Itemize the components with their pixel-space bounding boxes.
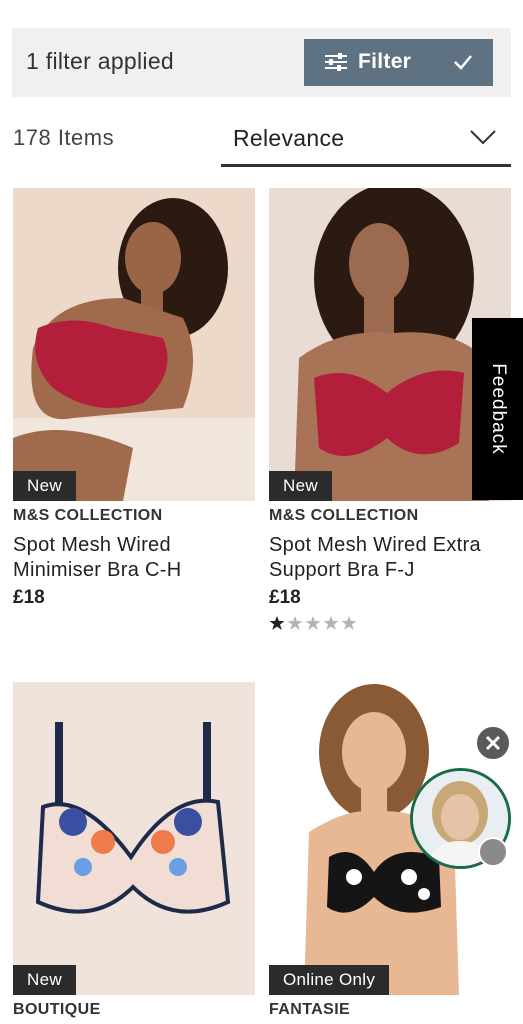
chat-status-dot [478, 837, 508, 867]
check-icon [454, 55, 472, 70]
product-brand: M&S COLLECTION [13, 507, 163, 524]
sort-dropdown[interactable]: Relevance [221, 114, 511, 167]
product-title-line: Minimiser Bra C-H [13, 559, 182, 581]
feedback-label: Feedback [487, 363, 509, 455]
star-icon [341, 616, 357, 630]
product-title-line: Spot Mesh Wired [13, 534, 171, 556]
product-title-line: Spot Mesh Wired Extra [269, 534, 481, 556]
product-image[interactable]: New [13, 188, 255, 501]
product-title[interactable]: Spot Mesh Wired Minimiser Bra C-H [13, 533, 255, 583]
close-chat-button[interactable] [475, 725, 511, 761]
filter-button[interactable]: Filter [304, 39, 493, 86]
product-title-line: Support Bra F-J [269, 559, 415, 581]
star-icon [269, 616, 285, 630]
items-count: 178 Items [13, 125, 115, 150]
star-icon [287, 616, 303, 630]
product-badge: New [13, 471, 76, 501]
filter-button-label: Filter [358, 50, 412, 73]
product-price: £18 [13, 587, 45, 608]
chevron-down-icon [470, 130, 496, 145]
filter-applied-text: 1 filter applied [26, 48, 174, 74]
sort-value: Relevance [233, 125, 345, 151]
product-badge: New [269, 471, 332, 501]
sliders-icon [325, 53, 347, 71]
product-photo [13, 682, 255, 995]
product-rating [269, 615, 511, 631]
product-brand: M&S COLLECTION [269, 507, 419, 524]
product-badge: New [13, 965, 76, 995]
product-brand: BOUTIQUE [13, 1001, 101, 1018]
product-card[interactable]: New M&S COLLECTION Spot Mesh Wired Minim… [13, 188, 255, 609]
close-icon [485, 735, 501, 751]
product-photo [13, 188, 255, 501]
filter-bar: 1 filter applied Filter [12, 28, 511, 97]
product-title[interactable]: Spot Mesh Wired Extra Support Bra F-J [269, 533, 511, 583]
product-image[interactable]: New [13, 682, 255, 995]
product-card[interactable]: New BOUTIQUE [13, 682, 255, 1019]
star-icon [305, 616, 321, 630]
product-price: £18 [269, 587, 301, 608]
product-brand: FANTASIE [269, 1001, 351, 1018]
star-icon [323, 616, 339, 630]
product-badge: Online Only [269, 965, 390, 995]
feedback-tab[interactable]: Feedback [472, 318, 523, 500]
